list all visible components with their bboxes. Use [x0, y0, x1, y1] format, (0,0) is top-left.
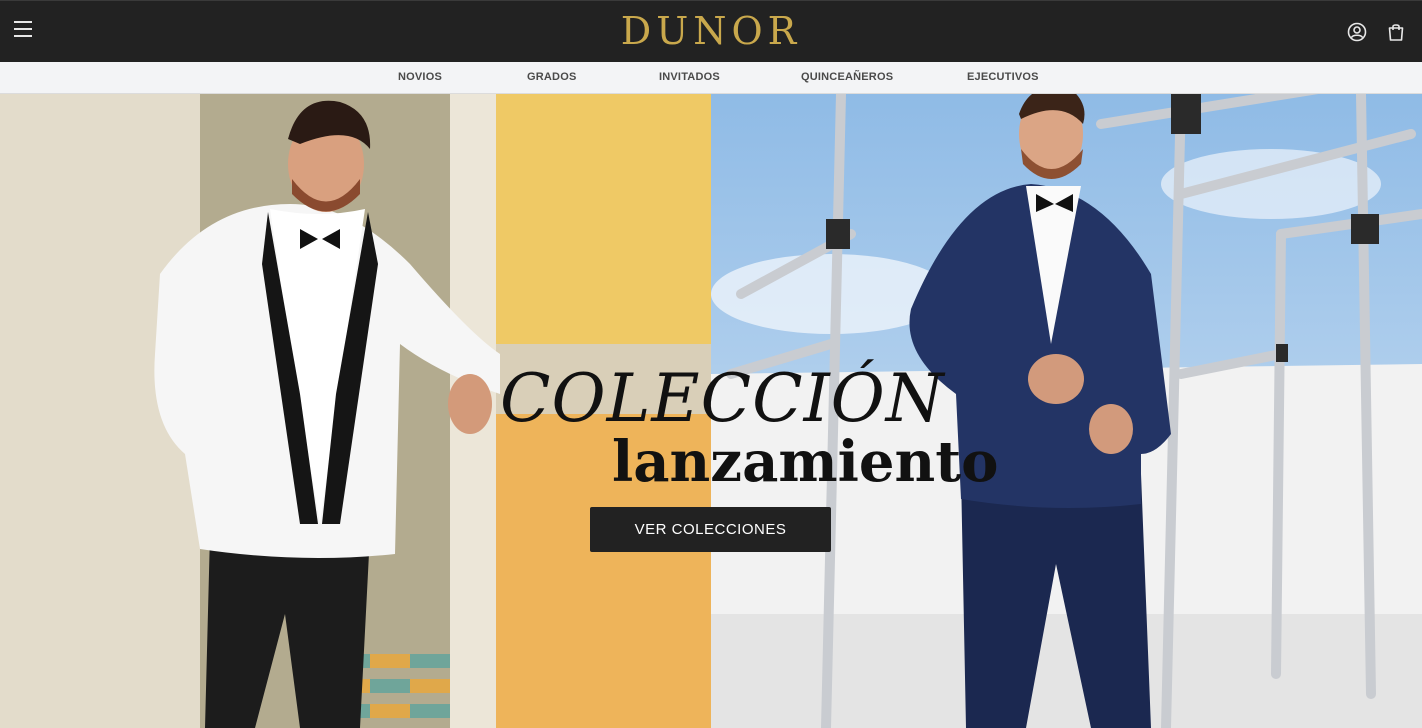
nav-item-grados[interactable]: GRADOS [527, 71, 576, 83]
nav-item-quinceaneros[interactable]: QUINCEAÑEROS [801, 71, 893, 83]
hero-banner: COLECCIÓN lanzamiento VER COLECCIONES [0, 94, 1422, 728]
hero-title: COLECCIÓN [500, 360, 945, 437]
user-account-icon[interactable] [1346, 21, 1368, 43]
nav-item-ejecutivos[interactable]: EJECUTIVOS [967, 71, 1039, 83]
nav-item-novios[interactable]: NOVIOS [398, 71, 442, 83]
category-nav: NOVIOS GRADOS INVITADOS QUINCEAÑEROS EJE… [0, 62, 1422, 94]
shopping-bag-icon[interactable] [1385, 21, 1407, 43]
hero-subtitle: lanzamiento [612, 429, 999, 495]
brand-logo[interactable]: DUNOR [0, 9, 1422, 53]
view-collections-button[interactable]: VER COLECCIONES [590, 507, 831, 552]
top-header: DUNOR [0, 0, 1422, 62]
nav-item-invitados[interactable]: INVITADOS [659, 71, 720, 83]
